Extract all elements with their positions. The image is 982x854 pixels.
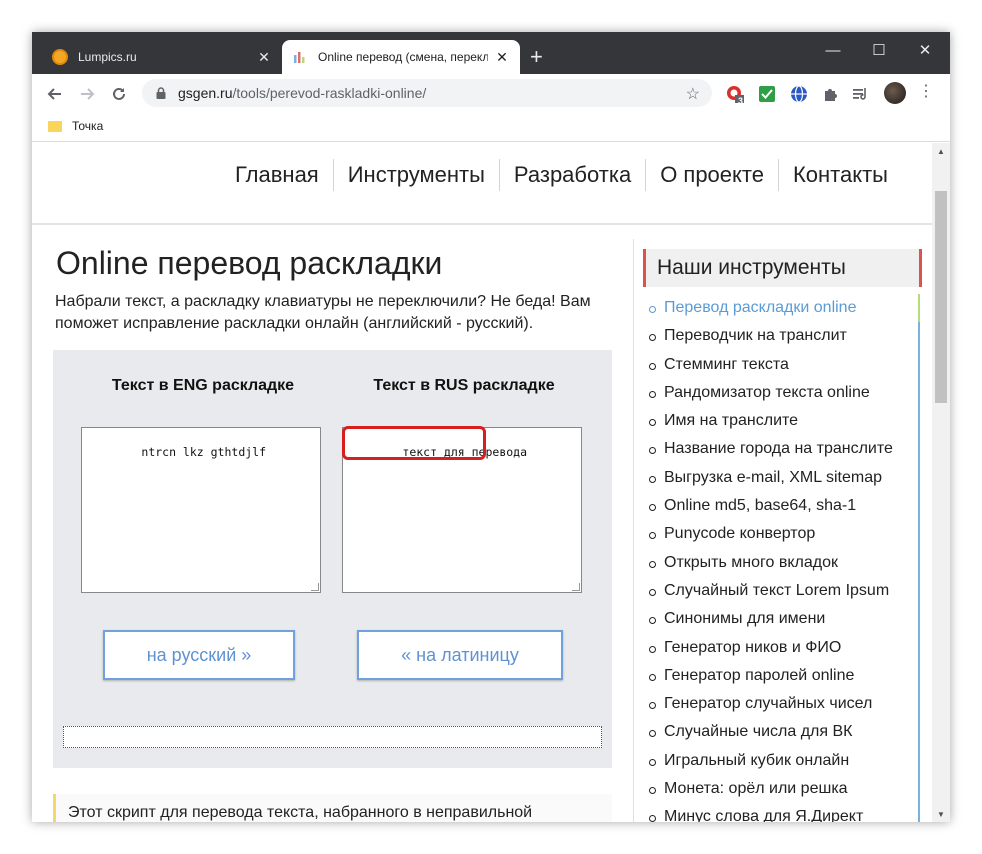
tool-link[interactable]: Синонимы для имени — [644, 605, 920, 634]
eng-textarea[interactable]: ntrcn lkz gthtdjlf — [81, 427, 321, 593]
puzzle-extensions-icon[interactable] — [822, 85, 840, 103]
tool-link[interactable]: Игральный кубик онлайн — [644, 746, 920, 776]
sidebar: Наши инструменты Перевод раскладки onlin… — [633, 239, 932, 822]
lock-icon — [156, 87, 166, 99]
folder-icon — [48, 120, 62, 132]
tool-link[interactable]: Минус слова для Я.Директ — [644, 803, 920, 822]
page-scrollbar[interactable]: ▲ ▼ — [932, 143, 950, 822]
tool-link[interactable]: Генератор ников и ФИО — [644, 633, 920, 662]
checkmark-extension-icon[interactable] — [758, 85, 776, 103]
maximize-button[interactable]: ☐ — [864, 38, 894, 62]
tool-link[interactable]: Случайный текст Lorem Ipsum — [644, 576, 920, 606]
intro-text: Набрали текст, а раскладку клавиатуры не… — [55, 293, 591, 332]
back-arrow-icon — [47, 88, 61, 100]
tool-link[interactable]: Открыть много вкладок — [644, 548, 920, 577]
url-host: gsgen.ru — [178, 85, 233, 101]
browser-window: Lumpics.ru ✕ Online перевод (смена, пере… — [32, 32, 950, 822]
tool-link[interactable]: Генератор паролей online — [644, 661, 920, 691]
address-bar[interactable]: gsgen.ru/tools/perevod-raskladki-online/… — [142, 79, 712, 107]
forward-arrow-icon — [81, 88, 95, 100]
scroll-down-arrow-icon[interactable]: ▼ — [932, 806, 950, 822]
rus-heading: Текст в RUS раскладке — [373, 377, 555, 394]
tool-link[interactable]: Имя на транслите — [644, 407, 920, 436]
nav-development[interactable]: Разработка — [498, 159, 645, 191]
tool-link[interactable]: Online md5, base64, sha-1 — [644, 492, 920, 521]
resize-grip-icon[interactable] — [311, 583, 319, 591]
bookmark-label: Точка — [72, 119, 104, 133]
media-playlist-icon[interactable] — [852, 85, 870, 103]
site-nav-menu: Главная Инструменты Разработка О проекте… — [221, 159, 902, 191]
to-latin-button[interactable]: « на латиницу — [357, 630, 563, 680]
back-button[interactable] — [44, 83, 66, 105]
vpn-globe-extension-icon[interactable] — [790, 85, 808, 103]
nav-home[interactable]: Главная — [221, 159, 333, 191]
resize-grip-icon[interactable] — [572, 583, 580, 591]
new-tab-button[interactable]: + — [530, 46, 543, 68]
bookmark-item[interactable]: Точка — [48, 119, 103, 133]
tool-link[interactable]: Переводчик на транслит — [644, 322, 920, 351]
tab-strip: Lumpics.ru ✕ Online перевод (смена, пере… — [32, 32, 950, 74]
scrollbar-thumb[interactable] — [935, 191, 947, 403]
minimize-button[interactable]: — — [818, 38, 848, 62]
info-note: Этот скрипт для перевода текста, набранн… — [53, 794, 612, 822]
annotation-highlight — [342, 426, 486, 460]
tool-link[interactable]: Монета: орёл или решка — [644, 775, 920, 804]
converter-panel: Текст в ENG раскладке Текст в RUS раскла… — [53, 350, 612, 768]
eng-text: ntrcn lkz gthtdjlf — [141, 445, 267, 459]
tab-title: Lumpics.ru — [78, 50, 137, 64]
tool-link[interactable]: Название города на транслите — [644, 435, 920, 464]
tool-link[interactable]: Стемминг текста — [644, 350, 920, 379]
site-navigation: Главная Инструменты Разработка О проекте… — [32, 143, 932, 227]
tool-link[interactable]: Выгрузка e-mail, XML sitemap — [644, 463, 920, 493]
bookmark-star-icon[interactable]: ☆ — [686, 84, 700, 104]
nav-contacts[interactable]: Контакты — [777, 159, 902, 191]
tool-link[interactable]: Случайные числа для ВК — [644, 718, 920, 747]
tab-close-icon[interactable]: ✕ — [494, 49, 510, 66]
gsgen-favicon-icon — [294, 52, 305, 63]
result-field — [63, 726, 602, 748]
tools-list: Перевод раскладки online Переводчик на т… — [644, 294, 920, 822]
reload-icon — [113, 87, 125, 100]
tool-link[interactable]: Punycode конвертор — [644, 520, 920, 549]
tab-title: Online перевод (смена, перекл — [318, 50, 488, 64]
profile-avatar[interactable] — [884, 82, 906, 104]
eng-heading: Текст в ENG раскладке — [111, 377, 295, 394]
tool-link[interactable]: Рандомизатор текста online — [644, 378, 920, 408]
tab-lumpics[interactable]: Lumpics.ru ✕ — [42, 40, 282, 74]
lumpics-favicon-icon — [52, 49, 68, 65]
nav-divider — [32, 223, 932, 225]
nav-tools[interactable]: Инструменты — [332, 159, 499, 191]
page-title: Online перевод раскладки — [56, 245, 443, 281]
nav-about[interactable]: О проекте — [645, 159, 778, 191]
browser-menu-icon[interactable]: ⋮ — [918, 83, 934, 101]
bookmarks-bar: Точка — [32, 112, 950, 142]
extension-badge: 3 — [738, 96, 744, 106]
close-window-button[interactable]: ✕ — [910, 38, 940, 62]
forward-button[interactable] — [76, 83, 98, 105]
tab-gsgen[interactable]: Online перевод (смена, перекл ✕ — [282, 40, 520, 74]
url-path: /tools/perevod-raskladki-online/ — [232, 85, 427, 101]
tool-link[interactable]: Перевод раскладки online — [644, 294, 920, 323]
scroll-up-arrow-icon[interactable]: ▲ — [932, 143, 950, 159]
tab-close-icon[interactable]: ✕ — [256, 49, 272, 66]
sidebar-heading: Наши инструменты — [643, 249, 922, 287]
tool-link[interactable]: Генератор случайных чисел — [644, 690, 920, 719]
page-viewport: Главная Инструменты Разработка О проекте… — [32, 143, 932, 822]
reload-button[interactable] — [108, 83, 130, 105]
browser-toolbar: gsgen.ru/tools/perevod-raskladki-online/… — [32, 74, 950, 112]
to-russian-button[interactable]: на русский » — [103, 630, 295, 680]
